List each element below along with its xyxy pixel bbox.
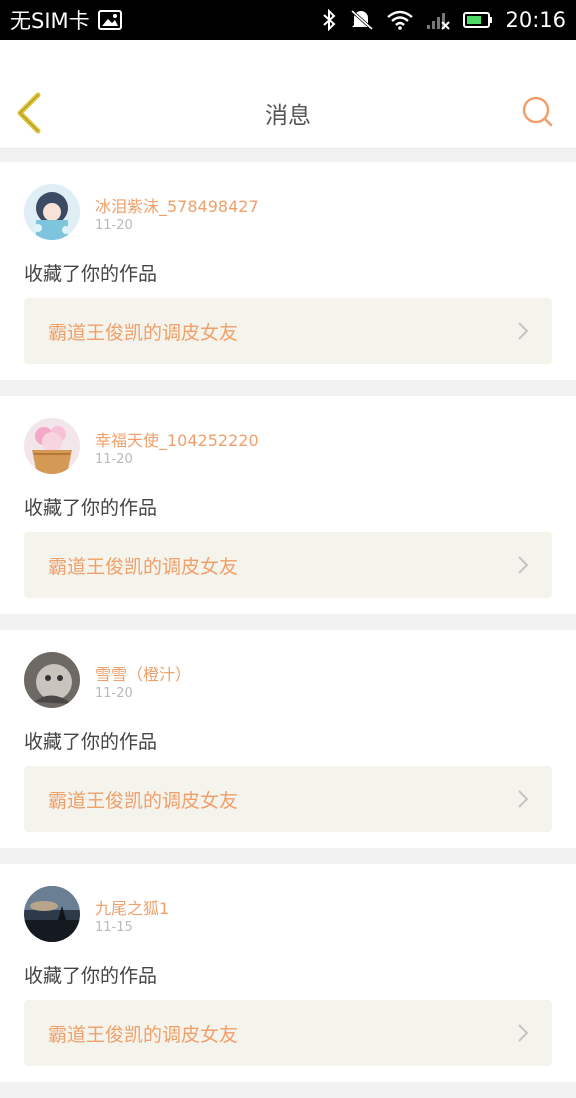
- search-icon: [522, 96, 553, 127]
- message-list: 冰泪紫沫_578498427 11-20 收藏了你的作品 霸道王俊凯的调皮女友 …: [0, 162, 576, 1098]
- work-link[interactable]: 霸道王俊凯的调皮女友: [24, 298, 552, 364]
- message-card[interactable]: 冰泪紫沫_578498427 11-20 收藏了你的作品 霸道王俊凯的调皮女友: [0, 162, 576, 380]
- carrier-label: 无SIM卡: [10, 9, 90, 33]
- message-card[interactable]: 雪雪（橙汁） 11-20 收藏了你的作品 霸道王俊凯的调皮女友: [0, 630, 576, 848]
- message-card[interactable]: 九尾之狐1 11-15 收藏了你的作品 霸道王俊凯的调皮女友: [0, 864, 576, 1082]
- avatar[interactable]: [24, 418, 80, 474]
- work-title: 霸道王俊凯的调皮女友: [48, 790, 239, 812]
- action-text: 收藏了你的作品: [24, 263, 158, 285]
- username[interactable]: 幸福天使_104252220: [95, 427, 259, 451]
- page-title: 消息: [265, 103, 311, 129]
- action-text: 收藏了你的作品: [24, 497, 158, 519]
- mute-icon: [349, 9, 375, 31]
- avatar[interactable]: [24, 886, 80, 942]
- bluetooth-icon: [321, 9, 337, 31]
- clock-time: 20:16: [505, 8, 566, 32]
- top-app-bar: 消息: [0, 40, 576, 149]
- message-card[interactable]: 幸福天使_104252220 11-20 收藏了你的作品 霸道王俊凯的调皮女友: [0, 396, 576, 614]
- chevron-right-icon: [518, 1024, 529, 1042]
- chevron-right-icon: [518, 556, 529, 574]
- chevron-right-icon: [518, 322, 529, 340]
- avatar[interactable]: [24, 652, 80, 708]
- message-date: 11-20: [95, 218, 133, 233]
- search-button[interactable]: [520, 94, 554, 128]
- status-bar: 无SIM卡 20:16: [0, 0, 576, 40]
- username[interactable]: 冰泪紫沫_578498427: [95, 193, 259, 217]
- message-date: 11-20: [95, 686, 133, 701]
- wifi-icon: [387, 10, 414, 30]
- work-link[interactable]: 霸道王俊凯的调皮女友: [24, 532, 552, 598]
- username[interactable]: 雪雪（橙汁）: [95, 661, 191, 685]
- work-link[interactable]: 霸道王俊凯的调皮女友: [24, 1000, 552, 1066]
- image-notification-icon: [97, 10, 122, 30]
- message-date: 11-15: [95, 920, 133, 935]
- work-title: 霸道王俊凯的调皮女友: [48, 322, 239, 344]
- battery-icon: [463, 11, 493, 29]
- avatar[interactable]: [24, 184, 80, 240]
- chevron-right-icon: [518, 790, 529, 808]
- username[interactable]: 九尾之狐1: [95, 895, 169, 919]
- action-text: 收藏了你的作品: [24, 965, 158, 987]
- work-title: 霸道王俊凯的调皮女友: [48, 556, 239, 578]
- message-date: 11-20: [95, 452, 133, 467]
- work-title: 霸道王俊凯的调皮女友: [48, 1024, 239, 1046]
- work-link[interactable]: 霸道王俊凯的调皮女友: [24, 766, 552, 832]
- signal-none-icon: [425, 10, 451, 30]
- action-text: 收藏了你的作品: [24, 731, 158, 753]
